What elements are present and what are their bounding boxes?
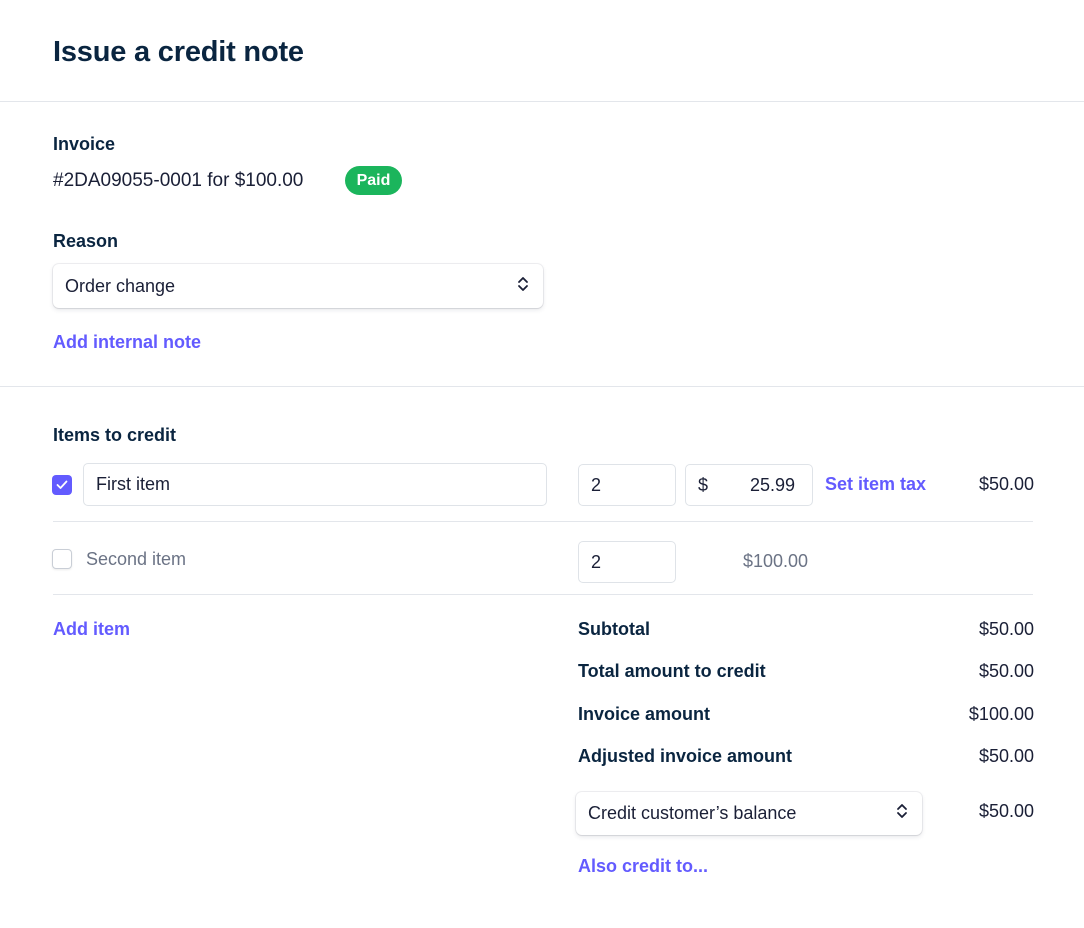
subtotal-value: $50.00 [978, 619, 1034, 639]
section-divider [0, 386, 1084, 387]
row-divider [53, 521, 1033, 522]
also-credit-to-link[interactable]: Also credit to... [578, 856, 708, 877]
chevron-up-down-icon [517, 275, 529, 298]
invoice-summary: #2DA09055-0001 for $100.00 [53, 170, 304, 191]
page-title: Issue a credit note [53, 36, 304, 68]
reason-label: Reason [53, 231, 119, 251]
subtotal-label: Subtotal [578, 619, 650, 639]
invoice-amount-value: $100.00 [968, 704, 1034, 724]
item-name-second: Second item [86, 549, 187, 569]
header-divider [0, 101, 1084, 102]
chevron-up-down-icon [896, 802, 908, 825]
item-amount: $50.00 [978, 474, 1034, 494]
row-divider [53, 594, 1033, 595]
checkmark-icon [56, 480, 68, 489]
item-checkbox-first[interactable] [52, 475, 72, 495]
items-label: Items to credit [53, 425, 177, 445]
adjusted-amount-value: $50.00 [978, 746, 1034, 766]
item-name-value: First item [96, 474, 170, 494]
item-checkbox-second[interactable] [52, 549, 72, 569]
item-quantity-input[interactable]: 2 [578, 464, 676, 506]
item-name-input[interactable]: First item [83, 463, 547, 506]
item-quantity-value-second: 2 [591, 551, 602, 572]
add-internal-note-link[interactable]: Add internal note [53, 332, 201, 353]
add-item-link[interactable]: Add item [53, 619, 130, 640]
reason-select[interactable]: Order change [53, 264, 543, 308]
currency-symbol: $ [698, 474, 709, 495]
item-quantity-value: 2 [591, 474, 602, 495]
item-amount-second: $100.00 [743, 551, 809, 571]
adjusted-amount-label: Adjusted invoice amount [578, 746, 793, 766]
status-badge: Paid [345, 166, 402, 195]
total-credit-label: Total amount to credit [578, 661, 766, 681]
item-price-value: 25.99 [749, 474, 795, 495]
item-price-input[interactable]: $ 25.99 [685, 464, 813, 506]
item-quantity-input-second[interactable]: 2 [578, 541, 676, 583]
invoice-label: Invoice [53, 134, 116, 154]
credit-method-value: Credit customer’s balance [588, 803, 797, 823]
credit-method-select[interactable]: Credit customer’s balance [576, 792, 922, 835]
total-credit-value: $50.00 [978, 661, 1034, 681]
reason-select-value: Order change [65, 275, 176, 296]
set-item-tax-link[interactable]: Set item tax [825, 474, 926, 495]
credit-method-amount: $50.00 [978, 801, 1034, 821]
invoice-amount-label: Invoice amount [578, 704, 711, 724]
